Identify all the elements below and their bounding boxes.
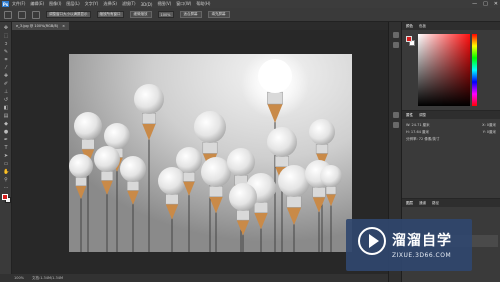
zoom-tool-icon[interactable]: ⚲ (3, 178, 9, 183)
menu-3d[interactable]: 3D(D) (141, 2, 153, 7)
prop-resolution: 分辨率: 72 像素/英寸 (406, 137, 440, 141)
brush-tool-icon[interactable]: ✐ (3, 82, 9, 87)
close-button[interactable]: ✕ (494, 1, 498, 7)
minimize-button[interactable]: — (472, 1, 477, 7)
zoom-in-icon[interactable] (18, 10, 26, 19)
menu-type[interactable]: 文字(Y) (85, 1, 99, 7)
hue-slider[interactable] (472, 34, 477, 106)
hand-tool-icon[interactable]: ✋ (3, 170, 9, 175)
tab-color[interactable]: 颜色 (406, 24, 413, 29)
zoom-value-field[interactable]: 100% (157, 11, 174, 18)
prop-row-height: H: 17.64 厘米 Y: 0厘米 (406, 129, 496, 136)
document-tab-bar: e_3.jpg @ 100%(RGB/8) × (12, 22, 388, 30)
zoom-all-windows-checkbox[interactable]: 缩放所有窗口 (96, 11, 124, 18)
tools-panel: ✥ ⬚ ↄ ✎ ⌗ ⁄ ✚ ✐ ⊥ ↺ ◧ ▤ ◆ ● ✒ T ➤ ▭ ✋ ⚲ … (0, 22, 12, 274)
document-tab[interactable]: e_3.jpg @ 100%(RGB/8) × (12, 22, 70, 30)
scrubby-zoom-checkbox[interactable]: 细微缩放 (129, 11, 152, 18)
prop-height[interactable]: H: 17.64 厘米 (406, 130, 429, 135)
history-brush-tool-icon[interactable]: ↺ (3, 98, 9, 103)
play-icon (369, 234, 379, 248)
dodge-tool-icon[interactable]: ● (3, 130, 9, 135)
type-tool-icon[interactable]: T (3, 146, 9, 151)
document-image[interactable] (69, 54, 352, 252)
menu-file[interactable]: 文件(F) (12, 1, 25, 7)
status-bar: 100% 文档:1.34M/1.34M (0, 274, 388, 282)
properties-panel-tabs: 属性 调整 (402, 111, 500, 119)
shape-tool-icon[interactable]: ▭ (3, 162, 9, 167)
prop-x[interactable]: X: 0厘米 (482, 123, 496, 128)
canvas-area[interactable] (12, 30, 388, 274)
layers-panel-tabs: 图层 通道 路径 (402, 199, 500, 207)
stamp-tool-icon[interactable]: ⊥ (3, 90, 9, 95)
blur-tool-icon[interactable]: ◆ (3, 122, 9, 127)
prop-row-size: W: 24.71 厘米 X: 0厘米 (406, 122, 496, 129)
color-field[interactable] (418, 34, 470, 106)
history-panel-icon[interactable] (393, 32, 399, 38)
menu-filter[interactable]: 滤镜(T) (122, 1, 136, 7)
gradient-tool-icon[interactable]: ▤ (3, 114, 9, 119)
window-controls: — □ ✕ (472, 1, 498, 7)
prop-row-resolution: 分辨率: 72 像素/英寸 (406, 136, 496, 143)
tab-paths[interactable]: 路径 (432, 201, 439, 206)
menu-window[interactable]: 窗口(W) (176, 1, 191, 7)
zoom-tool-icon[interactable] (4, 10, 12, 19)
maximize-button[interactable]: □ (483, 1, 488, 7)
color-panel-tabs: 颜色 色板 (402, 22, 500, 30)
watermark-title: 溜溜自学 (392, 233, 452, 249)
status-zoom[interactable]: 100% (14, 276, 24, 280)
menu-view[interactable]: 视图(V) (157, 1, 171, 7)
fill-screen-button[interactable]: 填充屏幕 (207, 11, 230, 18)
tab-layers[interactable]: 图层 (406, 201, 413, 206)
quick-select-tool-icon[interactable]: ✎ (3, 50, 9, 55)
paragraph-panel-icon[interactable] (393, 122, 399, 128)
tab-adjustments[interactable]: 调整 (419, 113, 426, 118)
menu-help[interactable]: 帮助(H) (196, 1, 210, 7)
zoom-out-icon[interactable] (32, 10, 40, 19)
properties-panel-icon[interactable] (393, 42, 399, 48)
tab-properties[interactable]: 属性 (406, 113, 413, 118)
fit-screen-button[interactable]: 适合屏幕 (179, 11, 202, 18)
properties-panel: 属性 调整 W: 24.71 厘米 X: 0厘米 H: 17.64 厘米 Y: … (402, 110, 500, 198)
move-tool-icon[interactable]: ✥ (3, 26, 9, 31)
color-picker (402, 30, 500, 110)
status-doc-size: 文档:1.34M/1.34M (32, 275, 63, 280)
crop-tool-icon[interactable]: ⌗ (3, 58, 9, 63)
path-select-tool-icon[interactable]: ➤ (3, 154, 9, 159)
menu-image[interactable]: 图像(I) (49, 1, 61, 7)
app-logo: Ps (2, 1, 9, 7)
resize-windows-checkbox[interactable]: 调整窗口大小以满屏显示 (46, 11, 91, 18)
menu-edit[interactable]: 编辑(E) (30, 1, 44, 7)
lasso-tool-icon[interactable]: ↄ (3, 42, 9, 47)
tab-channels[interactable]: 通道 (419, 201, 426, 206)
pen-tool-icon[interactable]: ✒ (3, 138, 9, 143)
healing-tool-icon[interactable]: ✚ (3, 74, 9, 79)
eyedropper-tool-icon[interactable]: ⁄ (3, 66, 9, 71)
marquee-tool-icon[interactable]: ⬚ (3, 34, 9, 39)
light-bulb-pencils-image (69, 54, 352, 252)
menu-select[interactable]: 选择(S) (103, 1, 117, 7)
watermark-url: ZIXUE.3D66.COM (392, 252, 452, 259)
foreground-color-swatch[interactable] (2, 194, 8, 200)
tab-swatches[interactable]: 色板 (419, 24, 426, 29)
prop-y[interactable]: Y: 0厘米 (483, 130, 496, 135)
eraser-tool-icon[interactable]: ◧ (3, 106, 9, 111)
prop-width[interactable]: W: 24.71 厘米 (406, 123, 430, 128)
tab-close-icon[interactable]: × (62, 24, 65, 28)
more-tools-icon[interactable]: ··· (3, 186, 9, 191)
watermark: 溜溜自学 ZIXUE.3D66.COM (346, 219, 472, 271)
menu-layer[interactable]: 图层(L) (66, 1, 79, 7)
options-bar: 调整窗口大小以满屏显示 缩放所有窗口 细微缩放 100% 适合屏幕 填充屏幕 (0, 8, 500, 22)
menu-bar: Ps 文件(F) 编辑(E) 图像(I) 图层(L) 文字(Y) 选择(S) 滤… (0, 0, 500, 8)
document-tab-label: e_3.jpg @ 100%(RGB/8) (16, 24, 59, 28)
panel-foreground-swatch[interactable] (406, 36, 412, 42)
character-panel-icon[interactable] (393, 112, 399, 118)
